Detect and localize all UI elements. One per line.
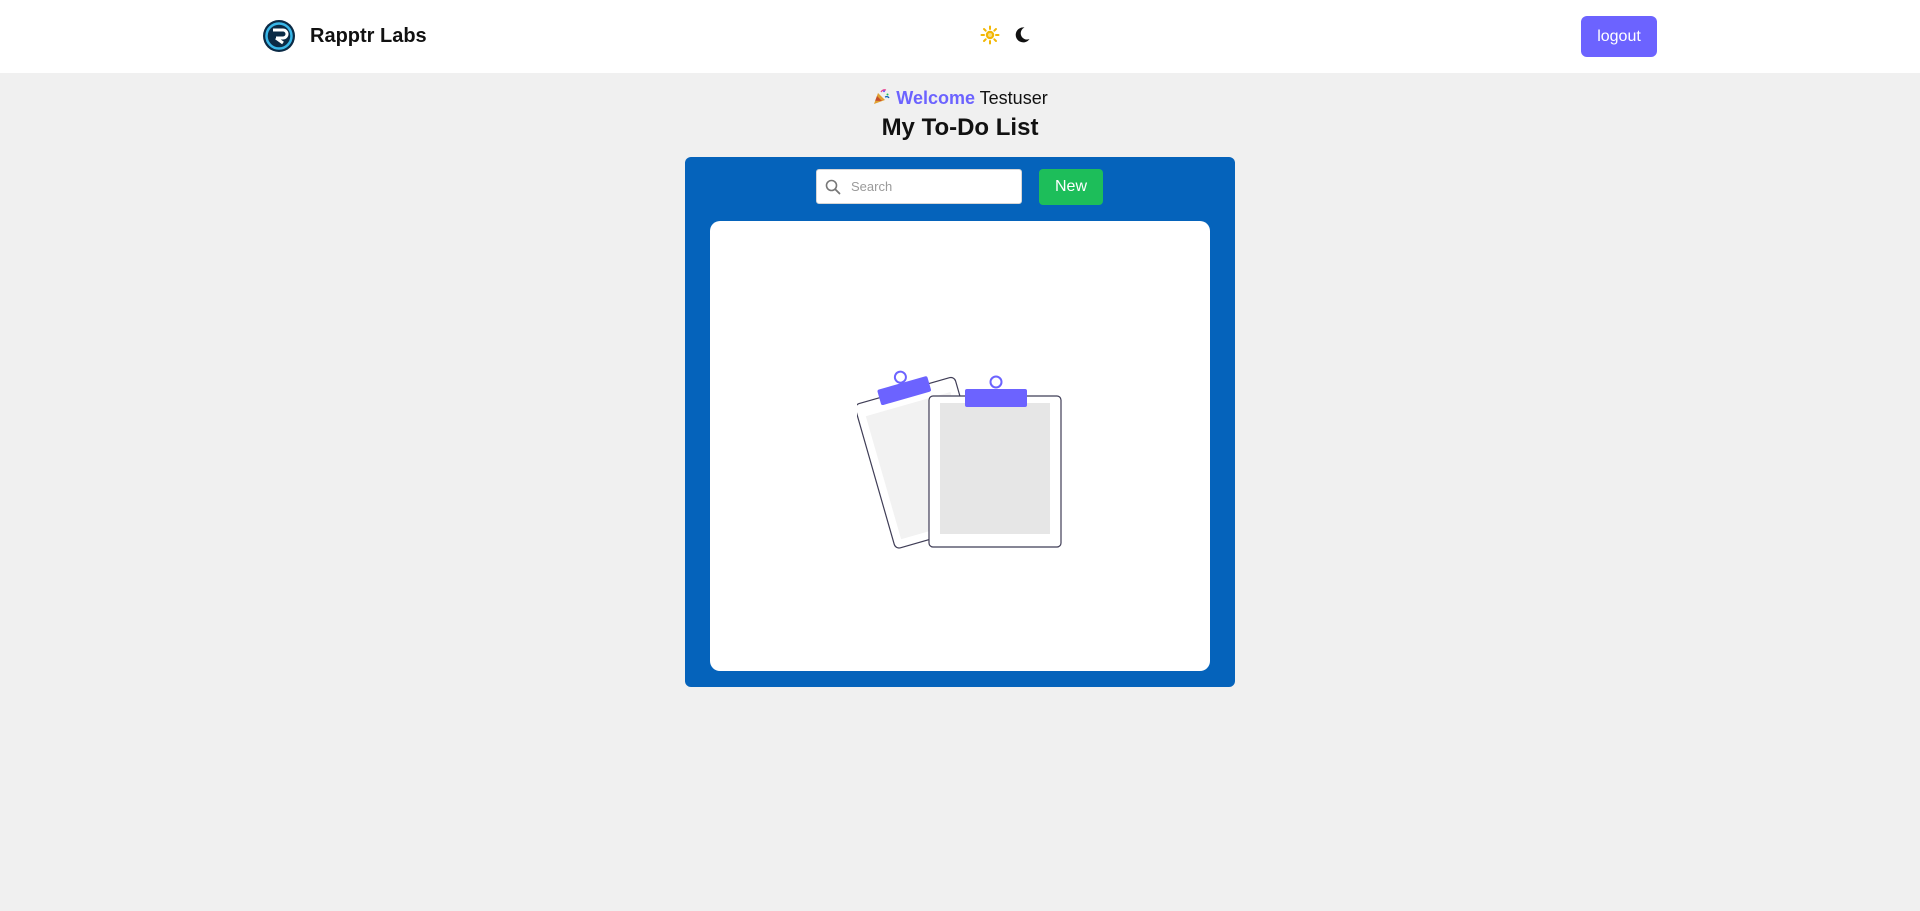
page-title: My To-Do List xyxy=(881,114,1039,141)
party-popper-icon xyxy=(874,89,890,104)
brand-name: Rapptr Labs xyxy=(310,24,427,47)
moon-icon[interactable] xyxy=(1012,25,1032,45)
welcome-message: Welcome Testuser xyxy=(0,88,1920,109)
search-box[interactable] xyxy=(816,169,1022,204)
brand[interactable]: Rapptr Labs xyxy=(262,18,427,54)
username: Testuser xyxy=(979,88,1048,108)
todo-panel: New xyxy=(685,157,1235,687)
welcome-word: Welcome xyxy=(896,88,975,108)
search-icon xyxy=(825,179,841,195)
logout-button[interactable]: logout xyxy=(1581,16,1657,57)
search-input[interactable] xyxy=(851,170,1019,203)
sun-icon[interactable] xyxy=(980,25,1000,45)
theme-toggle xyxy=(980,24,1032,46)
rapptr-logo-icon xyxy=(263,20,295,52)
empty-clipboards-illustration xyxy=(857,370,1062,549)
todo-list-area xyxy=(710,221,1210,671)
top-navbar: Rapptr Labs logout xyxy=(0,0,1920,73)
new-todo-button[interactable]: New xyxy=(1039,169,1103,205)
